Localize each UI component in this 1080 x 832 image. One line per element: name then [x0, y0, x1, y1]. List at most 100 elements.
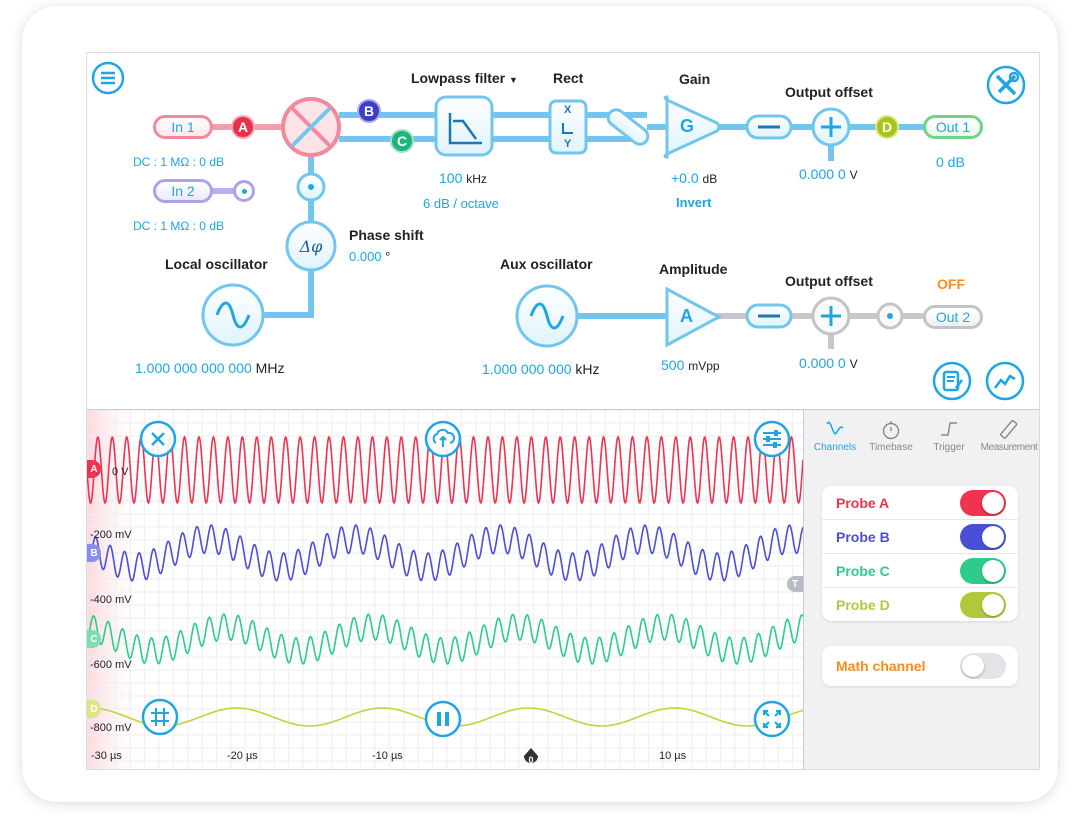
- offset-add-1[interactable]: [811, 107, 851, 147]
- channel-a-marker-label: A: [90, 463, 98, 475]
- amplitude-title: Amplitude: [659, 261, 728, 277]
- x-label-minus10us: -10 µs: [372, 750, 403, 762]
- channel-settings-panel: Channels Timebase Trigger Measurement Pr…: [804, 410, 1039, 769]
- probe-b-marker[interactable]: B: [357, 99, 381, 123]
- local-oscillator-block[interactable]: [201, 283, 265, 347]
- input-1-button[interactable]: In 1: [153, 115, 213, 139]
- svg-text:Δφ: Δφ: [299, 237, 324, 256]
- probe-b-label: Probe B: [836, 528, 890, 545]
- trace-c: [87, 613, 803, 665]
- x-label-minus20us: -20 µs: [227, 750, 258, 762]
- close-icon[interactable]: [139, 420, 177, 458]
- tab-channels-label: Channels: [813, 442, 857, 453]
- output-1-label: Out 1: [935, 119, 971, 135]
- probe-a-tag: A: [237, 119, 249, 135]
- tab-timebase-label: Timebase: [869, 442, 913, 453]
- probe-d-marker[interactable]: D: [875, 115, 899, 139]
- gain-value[interactable]: +0.0 dB: [671, 170, 717, 186]
- amplitude-block[interactable]: [665, 286, 723, 348]
- grid-snap-icon[interactable]: [141, 698, 179, 736]
- output-offset-1-value[interactable]: 0.000 0 V: [799, 166, 858, 182]
- input-1-label: In 1: [171, 119, 195, 135]
- lowpass-filter-title[interactable]: Lowpass filter ▼: [411, 70, 518, 86]
- dropdown-caret-icon: ▼: [509, 75, 518, 85]
- output-offset-1-unit: V: [849, 168, 858, 182]
- phase-shift-unit: °: [385, 249, 391, 264]
- gain-number: +0.0: [671, 170, 699, 186]
- rect-title: Rect: [553, 70, 584, 86]
- probe-b-toggle[interactable]: [960, 523, 1006, 550]
- notes-icon[interactable]: [932, 361, 972, 401]
- time-zero-marker[interactable]: 0: [523, 748, 539, 766]
- input-2-node-dot[interactable]: [233, 180, 255, 202]
- invert-toggle-1[interactable]: [745, 114, 793, 140]
- time-zero-label: 0: [528, 755, 533, 765]
- local-oscillator-frequency[interactable]: 1.000 000 000 000 MHz: [135, 360, 284, 376]
- math-channel-toggle[interactable]: [960, 653, 1006, 679]
- phase-shift-block[interactable]: Δφ: [285, 220, 337, 272]
- amplitude-unit: mVpp: [688, 359, 720, 373]
- sliders-settings-icon[interactable]: [753, 420, 791, 458]
- probe-a-marker[interactable]: A: [231, 115, 255, 139]
- trigger-step-icon: [920, 416, 978, 442]
- aux-oscillator-frequency[interactable]: 1.000 000 000 kHz: [482, 361, 600, 377]
- lowpass-slope[interactable]: 6 dB / octave: [423, 196, 499, 211]
- y-label-minus400mv: -400 mV: [90, 594, 132, 606]
- output-2-button[interactable]: Out 2: [923, 305, 983, 329]
- y-label-minus200mv: -200 mV: [90, 529, 132, 541]
- probe-row-d: Probe D: [822, 588, 1018, 621]
- lowpass-frequency-number: 100: [439, 170, 463, 186]
- phase-shift-value[interactable]: 0.000 °: [349, 249, 390, 264]
- tab-timebase[interactable]: Timebase: [862, 416, 920, 453]
- math-channel-row: Math channel: [822, 646, 1018, 686]
- trigger-level-marker[interactable]: T: [787, 576, 803, 592]
- tab-measurement[interactable]: Measurement: [976, 416, 1039, 453]
- pause-icon[interactable]: [424, 700, 462, 738]
- probe-a-toggle[interactable]: [960, 489, 1006, 516]
- input-1-coupling: DC : 1 MΩ : 0 dB: [133, 155, 224, 169]
- output-2-label: Out 2: [935, 309, 971, 325]
- probe-a-label: Probe A: [836, 494, 890, 511]
- output-offset-2-title: Output offset: [785, 273, 873, 289]
- bottom-section: 0 V -200 mV -400 mV -600 mV -800 mV -30 …: [87, 409, 1039, 769]
- tab-channels[interactable]: Channels: [806, 416, 864, 453]
- tab-trigger[interactable]: Trigger: [920, 416, 978, 453]
- lowpass-filter-block[interactable]: [434, 95, 494, 157]
- local-oscillator-number: 1.000 000 000 000: [135, 360, 252, 376]
- menu-icon[interactable]: [91, 61, 125, 95]
- tools-icon[interactable]: [986, 65, 1026, 105]
- y-label-minus800mv: -800 mV: [90, 722, 132, 734]
- output-offset-2-value[interactable]: 0.000 0 V: [799, 355, 858, 371]
- probe-c-tag: C: [396, 133, 408, 149]
- amplitude-number: 500: [661, 357, 685, 373]
- output-offset-2-unit: V: [849, 357, 858, 371]
- cloud-upload-icon[interactable]: [424, 420, 462, 458]
- local-oscillator-title: Local oscillator: [165, 256, 268, 272]
- offset-add-2[interactable]: [811, 296, 851, 336]
- channel-c-marker-label: C: [90, 633, 98, 645]
- app-screen: Δφ In 1 A DC: 1 MΩ: 0 dB In 2 DC: 1 M…: [86, 52, 1040, 770]
- x-label-minus30us: -30 µs: [91, 750, 122, 762]
- amplitude-value[interactable]: 500 mVpp: [661, 357, 720, 373]
- input-2-button[interactable]: In 2: [153, 179, 213, 203]
- ruler-icon: [976, 416, 1039, 442]
- oscilloscope-plot[interactable]: 0 V -200 mV -400 mV -600 mV -800 mV -30 …: [87, 410, 804, 769]
- fullscreen-icon[interactable]: [753, 700, 791, 738]
- lowpass-frequency[interactable]: 100 kHz: [439, 170, 487, 186]
- output-1-gain[interactable]: 0 dB: [936, 154, 965, 170]
- chart-icon[interactable]: [985, 361, 1025, 401]
- probe-list: Probe A Probe B Probe C Probe D: [822, 486, 1018, 621]
- probe-d-toggle[interactable]: [960, 591, 1006, 618]
- probe-c-toggle[interactable]: [960, 557, 1006, 584]
- invert-label[interactable]: Invert: [676, 195, 711, 210]
- probe-row-c: Probe C: [822, 554, 1018, 588]
- mixer-icon[interactable]: [281, 97, 341, 157]
- block-diagram: Δφ In 1 A DC: 1 MΩ: 0 dB In 2 DC: 1 M…: [87, 53, 1039, 409]
- output-1-button[interactable]: Out 1: [923, 115, 983, 139]
- gain-symbol: G: [680, 116, 695, 136]
- probe-c-marker[interactable]: C: [390, 129, 414, 153]
- stopwatch-icon: [862, 416, 920, 442]
- channel-b-marker-label: B: [90, 547, 98, 559]
- invert-toggle-2[interactable]: [745, 303, 793, 329]
- aux-oscillator-block[interactable]: [515, 284, 579, 348]
